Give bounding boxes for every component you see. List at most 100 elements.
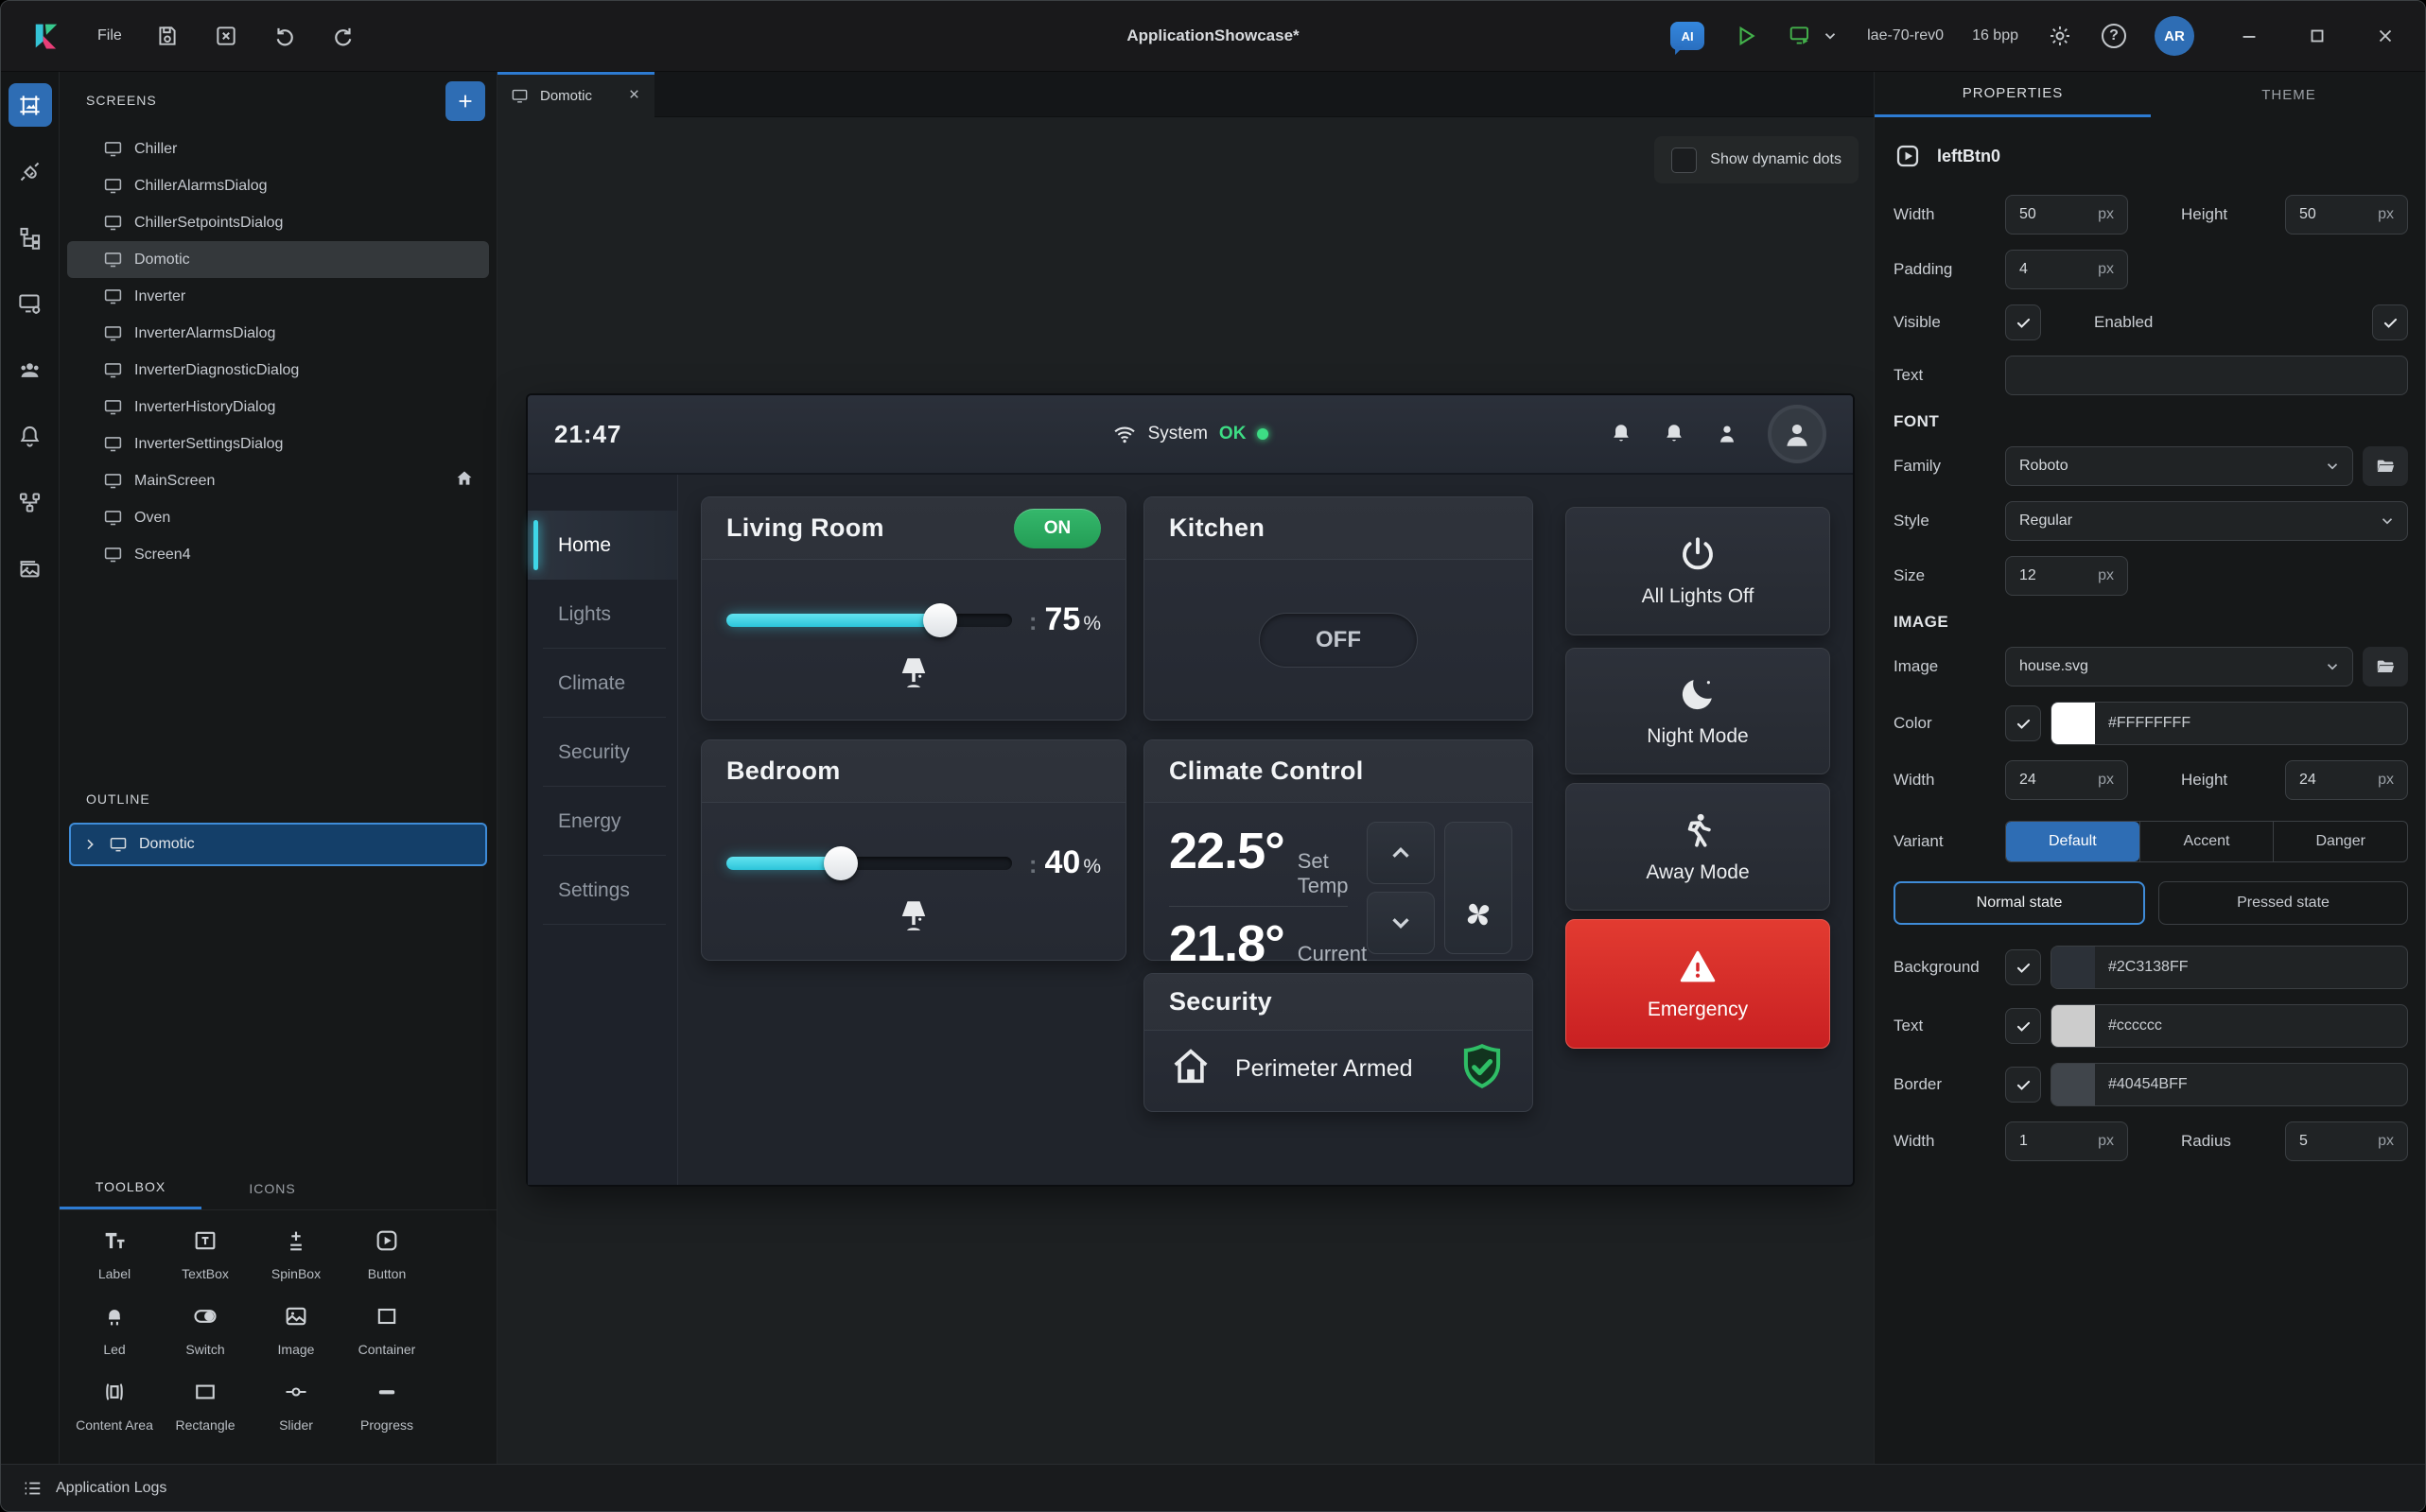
screen-item-inverter-history[interactable]: InverterHistoryDialog bbox=[67, 389, 489, 426]
away-mode-button[interactable]: Away Mode bbox=[1565, 783, 1830, 911]
tab-icons[interactable]: ICONS bbox=[201, 1167, 343, 1209]
background-checkbox[interactable] bbox=[2005, 949, 2041, 985]
visible-checkbox[interactable] bbox=[2005, 304, 2041, 340]
normal-state-button[interactable]: Normal state bbox=[1894, 881, 2145, 925]
tool-slider[interactable]: Slider bbox=[251, 1379, 341, 1434]
emergency-button[interactable]: Emergency bbox=[1565, 919, 1830, 1049]
application-logs-label[interactable]: Application Logs bbox=[56, 1480, 166, 1497]
kitchen-off-button[interactable]: OFF bbox=[1259, 613, 1418, 668]
run-icon[interactable] bbox=[1733, 23, 1759, 49]
file-menu[interactable]: File bbox=[97, 27, 122, 44]
tool-container[interactable]: Container bbox=[341, 1303, 432, 1358]
tool-switch[interactable]: Switch bbox=[160, 1303, 251, 1358]
undo-icon[interactable] bbox=[271, 23, 298, 49]
settings-gear-icon[interactable] bbox=[2047, 23, 2073, 49]
maximize-button[interactable] bbox=[2304, 23, 2330, 49]
tab-domotic[interactable]: Domotic bbox=[497, 72, 654, 117]
users-tool-button[interactable] bbox=[9, 348, 52, 391]
nav-lights[interactable]: Lights bbox=[528, 580, 677, 649]
color-swatch[interactable] bbox=[2051, 1005, 2095, 1047]
minimize-button[interactable] bbox=[2236, 23, 2262, 49]
color-depth[interactable]: 16 bpp bbox=[1972, 27, 2018, 44]
close-button[interactable] bbox=[2372, 23, 2399, 49]
tool-progress[interactable]: Progress bbox=[341, 1379, 432, 1434]
padding-input[interactable]: 4px bbox=[2005, 250, 2128, 289]
border-width-input[interactable]: 1px bbox=[2005, 1121, 2128, 1161]
screen-item-mainscreen[interactable]: MainScreen bbox=[67, 462, 489, 499]
network-tool-button[interactable] bbox=[9, 480, 52, 524]
domotic-screen-preview[interactable]: 21:47 System OK Home bbox=[528, 395, 1853, 1185]
color-swatch[interactable] bbox=[2051, 703, 2095, 744]
redo-icon[interactable] bbox=[330, 23, 357, 49]
connections-tool-button[interactable] bbox=[9, 149, 52, 193]
image-folder-button[interactable] bbox=[2363, 647, 2408, 686]
radius-input[interactable]: 5px bbox=[2285, 1121, 2408, 1161]
temp-down-button[interactable] bbox=[1367, 892, 1435, 954]
screen-item-inverter-diagnostic[interactable]: InverterDiagnosticDialog bbox=[67, 352, 489, 389]
font-size-input[interactable]: 12px bbox=[2005, 556, 2128, 596]
tool-textbox[interactable]: TextBox bbox=[160, 1227, 251, 1282]
tool-content-area[interactable]: Content Area bbox=[69, 1379, 160, 1434]
nav-security[interactable]: Security bbox=[528, 718, 677, 787]
tool-rectangle[interactable]: Rectangle bbox=[160, 1379, 251, 1434]
screen-item-inverter-settings[interactable]: InverterSettingsDialog bbox=[67, 426, 489, 462]
show-dynamic-dots-checkbox[interactable] bbox=[1671, 148, 1697, 173]
slider-thumb[interactable] bbox=[824, 846, 858, 880]
image-width-input[interactable]: 24px bbox=[2005, 760, 2128, 800]
nav-energy[interactable]: Energy bbox=[528, 787, 677, 856]
height-input[interactable]: 50px bbox=[2285, 195, 2408, 235]
color-swatch[interactable] bbox=[2051, 1064, 2095, 1105]
tool-button[interactable]: Button bbox=[341, 1227, 432, 1282]
font-folder-button[interactable] bbox=[2363, 446, 2408, 486]
pressed-state-button[interactable]: Pressed state bbox=[2158, 881, 2408, 925]
screen-item-inverter[interactable]: Inverter bbox=[67, 278, 489, 315]
alarm-bell-icon[interactable] bbox=[1662, 422, 1686, 446]
bedroom-slider[interactable] bbox=[726, 857, 1012, 870]
fan-button[interactable] bbox=[1444, 822, 1512, 954]
text-color-checkbox[interactable] bbox=[2005, 1008, 2041, 1044]
variant-default[interactable]: Default bbox=[2006, 822, 2139, 861]
living-room-slider[interactable] bbox=[726, 614, 1012, 627]
width-input[interactable]: 50px bbox=[2005, 195, 2128, 235]
background-color-field[interactable]: #2C3138FF bbox=[2051, 946, 2408, 989]
add-screen-button[interactable] bbox=[445, 81, 485, 121]
save-icon[interactable] bbox=[154, 23, 181, 49]
outline-item-domotic[interactable]: Domotic bbox=[69, 823, 487, 866]
device-name[interactable]: lae-70-rev0 bbox=[1867, 27, 1944, 44]
nav-home[interactable]: Home bbox=[528, 511, 677, 580]
tool-led[interactable]: Led bbox=[69, 1303, 160, 1358]
screen-item-chiller-alarms[interactable]: ChillerAlarmsDialog bbox=[67, 167, 489, 204]
alarms-tool-button[interactable] bbox=[9, 414, 52, 458]
tool-spinbox[interactable]: SpinBox bbox=[251, 1227, 341, 1282]
deploy-device-icon[interactable] bbox=[1788, 23, 1814, 49]
hierarchy-tool-button[interactable] bbox=[9, 216, 52, 259]
display-settings-tool-button[interactable] bbox=[9, 282, 52, 325]
variant-danger[interactable]: Danger bbox=[2273, 822, 2407, 861]
screen-item-inverter-alarms[interactable]: InverterAlarmsDialog bbox=[67, 315, 489, 352]
tab-properties[interactable]: PROPERTIES bbox=[1875, 72, 2151, 117]
image-select[interactable]: house.svg bbox=[2005, 647, 2353, 686]
design-canvas[interactable]: Show dynamic dots 21:47 System OK bbox=[497, 117, 1874, 1466]
image-color-field[interactable]: #FFFFFFFF bbox=[2051, 702, 2408, 745]
border-color-field[interactable]: #40454BFF bbox=[2051, 1063, 2408, 1106]
notification-bell-icon[interactable] bbox=[1609, 422, 1633, 446]
text-color-field[interactable]: #cccccc bbox=[2051, 1004, 2408, 1048]
tool-label[interactable]: Label bbox=[69, 1227, 160, 1282]
border-checkbox[interactable] bbox=[2005, 1067, 2041, 1103]
screen-item-domotic[interactable]: Domotic bbox=[67, 241, 489, 278]
user-avatar[interactable]: AR bbox=[2155, 16, 2194, 56]
all-lights-off-button[interactable]: All Lights Off bbox=[1565, 507, 1830, 635]
screen-item-chiller[interactable]: Chiller bbox=[67, 130, 489, 167]
screen-item-oven[interactable]: Oven bbox=[67, 499, 489, 536]
nav-climate[interactable]: Climate bbox=[528, 649, 677, 718]
enabled-checkbox[interactable] bbox=[2372, 304, 2408, 340]
chevron-right-icon[interactable] bbox=[82, 837, 97, 852]
variant-accent[interactable]: Accent bbox=[2139, 822, 2274, 861]
night-mode-button[interactable]: Night Mode bbox=[1565, 648, 1830, 774]
screens-tool-button[interactable] bbox=[9, 83, 52, 127]
screen-item-chiller-setpoints[interactable]: ChillerSetpointsDialog bbox=[67, 204, 489, 241]
help-icon[interactable]: ? bbox=[2102, 24, 2126, 48]
screen-item-screen4[interactable]: Screen4 bbox=[67, 536, 489, 573]
user-icon[interactable] bbox=[1715, 422, 1739, 446]
assets-tool-button[interactable] bbox=[9, 547, 52, 590]
